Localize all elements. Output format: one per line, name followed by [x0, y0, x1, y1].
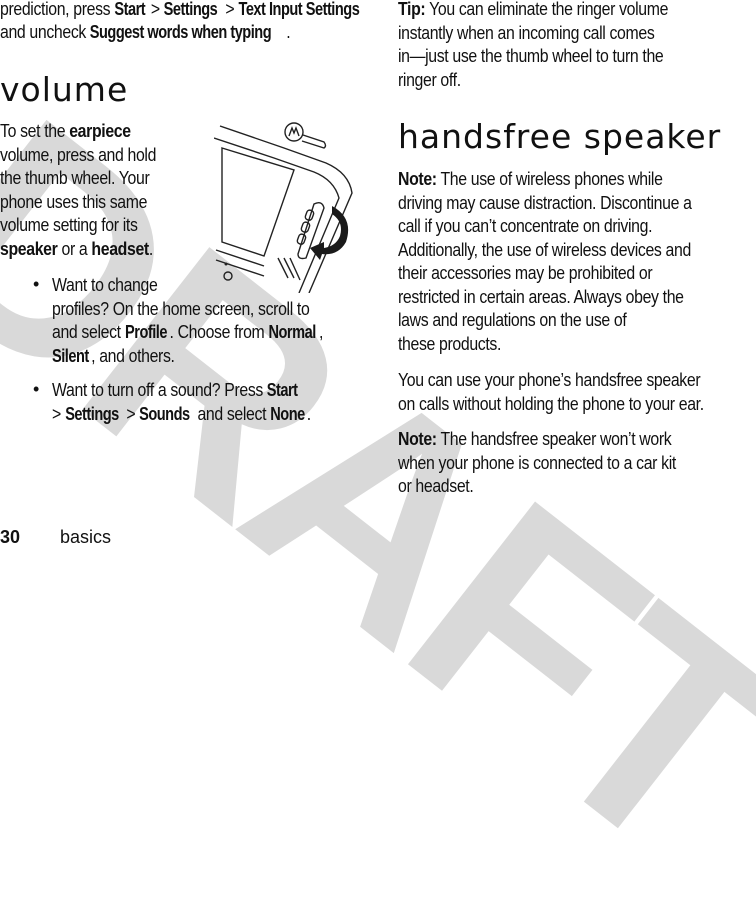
tip-line-4: ringer off.: [398, 69, 461, 90]
tip-line-1: Tip: You can eliminate the ringer volume: [398, 0, 668, 22]
separator: >: [52, 403, 65, 424]
cmd-settings: Settings: [64, 403, 119, 424]
intro-line-1: prediction, press Start > Settings > Tex…: [0, 0, 369, 22]
note1-line-1: Note: The use of wireless phones while: [398, 168, 663, 192]
cmd-normal: Normal: [268, 322, 316, 342]
note1-line-5: their accessories may be prohibited or: [398, 263, 653, 283]
note1-line-7: laws and regulations on the use of: [398, 310, 627, 330]
phone-screen: [221, 147, 295, 257]
cmd-start: Start: [114, 0, 146, 19]
term-speaker: speaker: [0, 238, 58, 259]
note1-line-3: call if you can’t concentrate on driving…: [398, 216, 653, 236]
note2-line-3: or headset.: [398, 476, 474, 496]
bullet-2-line-1: Want to turn off a sound? Press Start: [52, 379, 300, 403]
tip-line-3: in—just use the thumb wheel to turn the: [398, 46, 664, 66]
cmd-silent: Silent: [52, 345, 89, 366]
text: , and others.: [91, 345, 175, 366]
volume-para-line-5: volume setting for its: [0, 215, 138, 235]
text: or a: [57, 238, 92, 259]
text: . Choose from: [169, 322, 269, 342]
text: You can eliminate the ringer volume: [425, 0, 669, 19]
bullet-1-line-3: and select Profile. Choose from Normal,: [52, 321, 323, 345]
term-headset: headset: [91, 238, 149, 259]
text: and select: [193, 403, 271, 424]
text: Want to turn off a sound? Press: [52, 380, 268, 400]
text: The handsfree speaker won’t work: [436, 429, 672, 449]
term-earpiece: earpiece: [69, 121, 131, 141]
volume-para-line-4: phone uses this same: [0, 191, 148, 212]
text: .: [286, 22, 291, 42]
cmd-profile: Profile: [124, 322, 167, 342]
cmd-settings: Settings: [163, 0, 218, 19]
text: and select: [52, 322, 125, 342]
separator: >: [122, 403, 140, 424]
note2-line-2: when your phone is connected to a car ki…: [398, 452, 676, 473]
volume-para-line-6: speaker or a headset.: [0, 238, 153, 262]
bullet-1-line-2: profiles? On the home screen, scroll to: [52, 298, 310, 319]
note-label: Note:: [398, 429, 437, 449]
text: The use of wireless phones while: [436, 169, 663, 189]
heading-handsfree-speaker: handsfree speaker: [398, 117, 722, 156]
bullet-icon: •: [33, 379, 40, 399]
separator: >: [221, 0, 239, 19]
volume-para-line-3: the thumb wheel. Your: [0, 168, 150, 188]
tip-line-2: instantly when an incoming call comes: [398, 22, 655, 43]
cmd-none: None: [270, 403, 305, 424]
manual-page: prediction, press Start > Settings > Tex…: [0, 0, 756, 547]
text: and uncheck: [0, 22, 91, 42]
tip-label: Tip:: [398, 0, 426, 19]
cmd-suggest-words: Suggest words when typing: [90, 22, 272, 42]
bullet-icon: •: [33, 274, 40, 294]
heading-volume: volume: [0, 70, 129, 109]
speaker-para-line-2: on calls without holding the phone to yo…: [398, 393, 704, 414]
bullet-1-line-1: Want to change: [52, 275, 158, 295]
text: To set the: [0, 121, 70, 141]
note2-line-1: Note: The handsfree speaker won’t work: [398, 428, 672, 452]
page-number: 30: [0, 527, 21, 547]
intro-line-2: and uncheck Suggest words when typing.: [0, 21, 291, 45]
speaker-para-line-1: You can use your phone’s handsfree speak…: [398, 370, 701, 390]
bullet-1-line-4: Silent, and others.: [52, 345, 175, 369]
note1-line-2: driving may cause distraction. Discontin…: [398, 192, 692, 213]
text: .: [306, 403, 311, 424]
note1-line-8: these products.: [398, 333, 502, 354]
cmd-text-input-settings: Text Input Settings: [238, 0, 360, 19]
note1-line-4: Additionally, the use of wireless device…: [398, 239, 691, 260]
volume-para-line-1: To set the earpiece: [0, 120, 131, 144]
note-label: Note:: [398, 169, 437, 189]
bullet-2-line-2: > Settings > Sounds and select None.: [52, 403, 311, 427]
note1-line-6: restricted in certain areas. Always obey…: [398, 286, 684, 307]
cmd-sounds: Sounds: [139, 403, 190, 424]
phone-thumb-wheel-illustration: [214, 122, 353, 293]
cmd-start: Start: [267, 380, 298, 400]
separator: >: [146, 0, 164, 19]
volume-para-line-2: volume, press and hold: [0, 144, 157, 165]
text: prediction, press: [0, 0, 115, 19]
text: ,: [318, 322, 324, 342]
section-name: basics: [60, 527, 112, 547]
text: .: [148, 238, 153, 259]
